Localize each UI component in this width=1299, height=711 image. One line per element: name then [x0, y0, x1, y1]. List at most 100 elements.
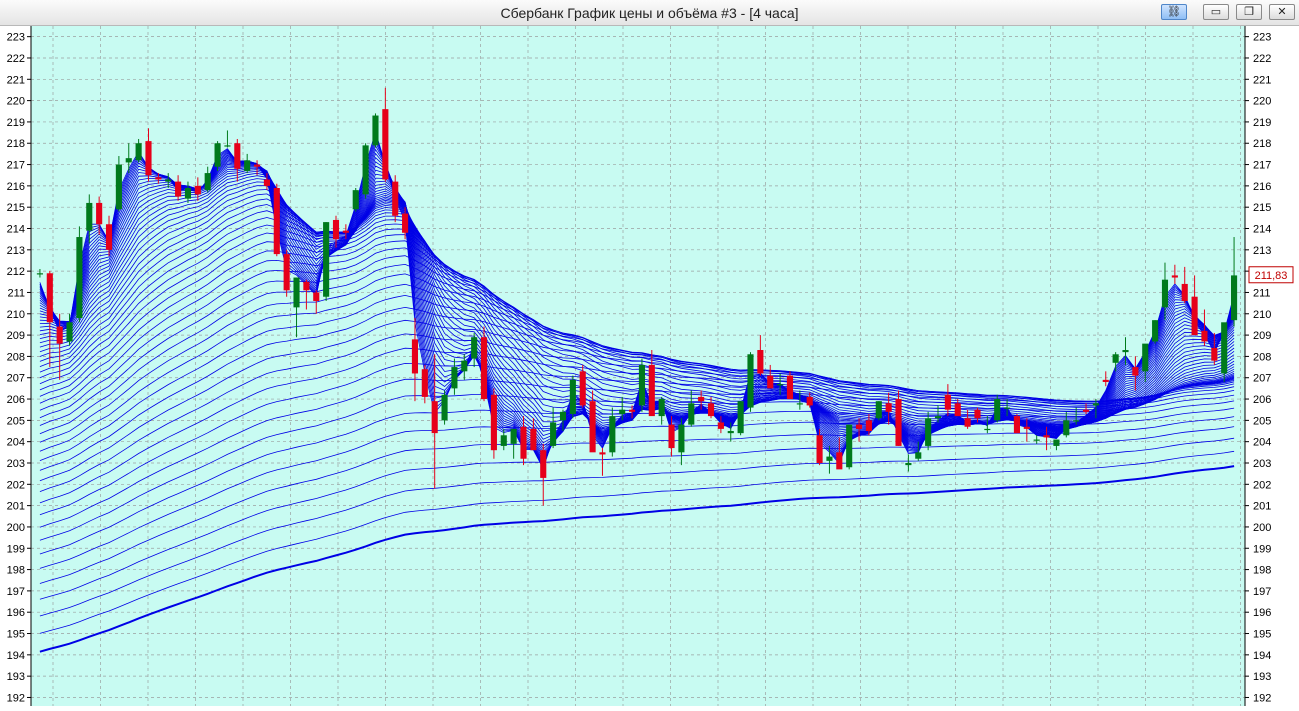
candle[interactable]: [737, 401, 744, 436]
candle[interactable]: [1013, 413, 1021, 434]
candle-body: [125, 158, 132, 163]
candle-body: [846, 424, 853, 468]
candle-body: [480, 337, 488, 400]
candle-body: [1053, 439, 1060, 446]
candle[interactable]: [76, 226, 83, 323]
y-tick-label-left: 219: [7, 117, 25, 129]
candle-body: [954, 403, 961, 417]
candle-body: [1033, 439, 1040, 441]
candle[interactable]: [579, 364, 586, 408]
candle-body: [194, 185, 201, 195]
close-button[interactable]: ✕: [1269, 4, 1295, 20]
candle-body: [1191, 296, 1198, 336]
candle-body: [786, 375, 794, 400]
candle-body: [253, 164, 261, 167]
candle-body: [1161, 279, 1169, 308]
y-tick-label-right: 219: [1253, 117, 1271, 129]
candle[interactable]: [362, 143, 369, 199]
candle-body: [392, 181, 399, 216]
candle-body: [1043, 435, 1050, 438]
candle-body: [1004, 407, 1011, 409]
candle[interactable]: [273, 183, 280, 257]
candle-body: [816, 435, 823, 463]
candle[interactable]: [283, 249, 290, 297]
candle-body: [1132, 367, 1139, 376]
y-tick-label-right: 194: [1253, 650, 1271, 662]
candle[interactable]: [1221, 322, 1228, 382]
candle-body: [540, 450, 547, 478]
candle-body: [303, 281, 310, 291]
price-chart[interactable]: 192 192 193 193 194 194 195 195 196 196 197 197 198 1…: [0, 26, 1299, 711]
y-tick-label-right: 216: [1253, 181, 1271, 193]
last-price-label: 211,83: [1255, 270, 1288, 282]
candle-body: [105, 224, 113, 250]
minimize-button[interactable]: ▭: [1203, 4, 1229, 20]
candle[interactable]: [569, 375, 576, 419]
candle-body: [717, 422, 724, 429]
candle-body: [707, 403, 715, 417]
candle-body: [875, 401, 882, 419]
candle[interactable]: [490, 388, 497, 459]
y-tick-label-left: 216: [7, 181, 25, 193]
candle[interactable]: [392, 175, 399, 223]
y-tick-label-right: 206: [1253, 394, 1271, 406]
y-tick-label-right: 213: [1253, 245, 1271, 257]
y-tick-label-right: 202: [1253, 479, 1271, 491]
candle-body: [589, 401, 596, 453]
candle[interactable]: [846, 424, 853, 470]
candle[interactable]: [372, 113, 379, 148]
y-tick-label-right: 197: [1253, 586, 1271, 598]
candle[interactable]: [875, 401, 882, 421]
link-windows-button[interactable]: ⛓: [1161, 4, 1187, 20]
candle-body: [1231, 275, 1238, 321]
restore-button[interactable]: ❐: [1236, 4, 1262, 20]
candle-body: [1201, 330, 1208, 342]
candle-body: [599, 452, 606, 455]
candle[interactable]: [352, 188, 359, 212]
y-tick-label-right: 208: [1253, 351, 1271, 363]
last-price-marker: 211,83: [1248, 266, 1294, 284]
candle-body: [500, 435, 507, 446]
candle[interactable]: [747, 352, 754, 412]
y-tick-label-left: 196: [7, 607, 25, 619]
y-tick-label-left: 214: [7, 224, 25, 236]
candle-body: [46, 273, 53, 323]
candle-body: [244, 160, 251, 171]
candle-body: [1142, 343, 1149, 372]
candle[interactable]: [480, 326, 488, 402]
y-tick-label-right: 210: [1253, 309, 1271, 321]
candle-body: [76, 237, 83, 319]
y-tick-label-left: 210: [7, 309, 25, 321]
candle-body: [411, 339, 419, 374]
y-tick-label-right: 193: [1253, 671, 1271, 683]
y-tick-label-left: 206: [7, 394, 25, 406]
candle-body: [638, 364, 645, 406]
candle-body: [905, 462, 912, 466]
candle-body: [579, 371, 586, 406]
candle-body: [688, 403, 695, 425]
candle-body: [806, 396, 813, 406]
candle-body: [273, 188, 280, 255]
candle-body: [135, 143, 142, 161]
candle-body: [855, 424, 863, 429]
candle-body: [668, 424, 675, 449]
candle-body: [451, 367, 458, 389]
candle-body: [1082, 409, 1090, 412]
candle-body: [925, 418, 932, 446]
candle-body: [382, 109, 389, 180]
window-titlebar[interactable]: Сбербанк График цены и объёма #3 - [4 ча…: [0, 0, 1299, 26]
candle[interactable]: [1152, 320, 1159, 344]
candle-body: [1063, 420, 1070, 436]
candle-body: [1112, 354, 1119, 363]
plot-area[interactable]: [31, 26, 1245, 706]
candle[interactable]: [638, 358, 645, 412]
candle-body: [461, 360, 468, 372]
candle-body: [86, 202, 93, 231]
candle-body: [36, 273, 43, 275]
candle[interactable]: [441, 390, 448, 425]
candle[interactable]: [214, 141, 221, 171]
candle-body: [619, 409, 626, 414]
candle-body: [836, 452, 843, 470]
candle-body: [1102, 379, 1109, 382]
candle[interactable]: [323, 222, 330, 301]
